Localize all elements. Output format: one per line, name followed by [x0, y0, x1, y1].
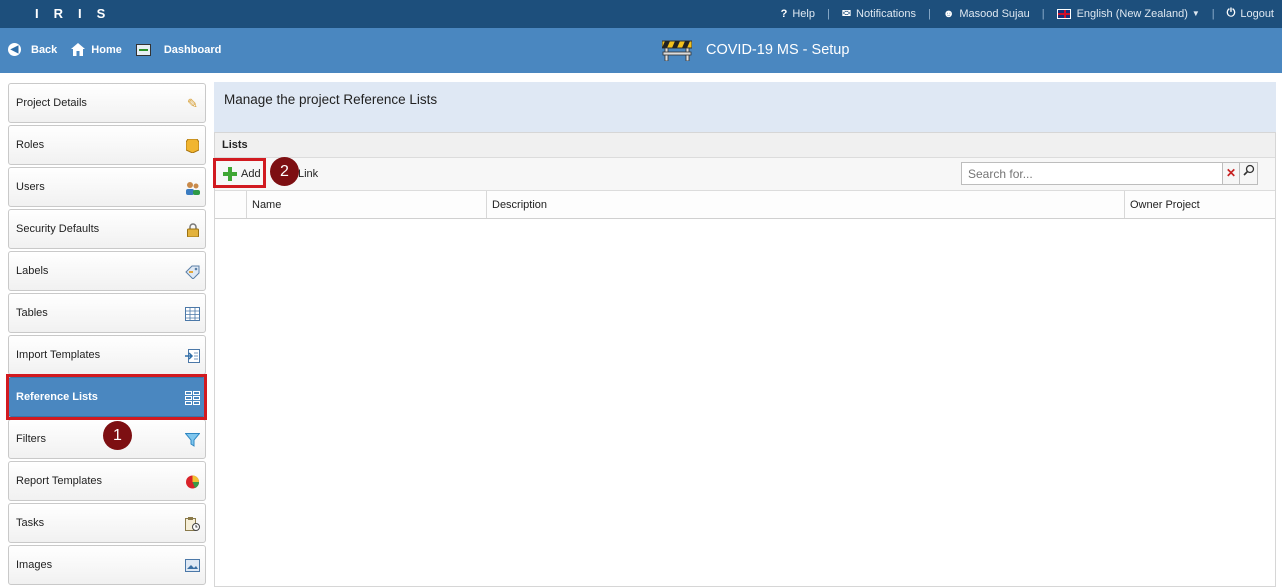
help-label: Help — [792, 7, 815, 20]
add-button[interactable]: Add — [223, 167, 261, 181]
sidebar-item-tables[interactable]: Tables — [8, 293, 206, 333]
home-icon — [71, 43, 86, 56]
logout-link[interactable]: ⏻ Logout — [1227, 7, 1274, 20]
column-header-name[interactable]: Name — [247, 191, 487, 218]
top-bar: IRIS ? Help | ✉ Notifications | ☻ Masood… — [0, 0, 1282, 28]
divider: | — [927, 7, 931, 20]
notifications-link[interactable]: ✉ Notifications — [841, 7, 916, 21]
page-title-area: COVID-19 MS - Setup — [662, 39, 849, 61]
content-header: Manage the project Reference Lists — [214, 82, 1276, 132]
nz-flag-icon — [1056, 8, 1071, 19]
table-icon — [185, 306, 200, 321]
labels-icon — [185, 264, 200, 279]
link-button[interactable]: Link — [298, 168, 318, 180]
page-heading: Manage the project Reference Lists — [224, 92, 438, 107]
navigation-bar: ◀ Back Home Dashboard COVID-19 MS - Setu… — [0, 28, 1282, 73]
dashboard-label: Dashboard — [163, 43, 222, 56]
sidebar-item-label: Filters — [16, 433, 46, 445]
add-label: Add — [241, 168, 261, 180]
help-link[interactable]: ? Help — [781, 8, 815, 20]
divider: | — [1211, 7, 1215, 20]
sidebar-item-label: Roles — [16, 139, 45, 151]
sidebar-item-report-templates[interactable]: Report Templates — [8, 461, 206, 501]
column-header-description[interactable]: Description — [487, 191, 1125, 218]
image-icon — [185, 558, 200, 573]
list-icon — [185, 390, 200, 405]
pencil-icon: ✎ — [187, 95, 198, 111]
clear-search-icon[interactable]: ✕ — [1223, 162, 1240, 185]
back-button[interactable]: ◀ Back — [8, 43, 57, 56]
sidebar-item-label: Tables — [16, 307, 48, 319]
column-header-owner-project[interactable]: Owner Project — [1125, 191, 1275, 218]
search-icon[interactable] — [1240, 162, 1258, 185]
sidebar-item-users[interactable]: Users — [8, 167, 206, 207]
sidebar-item-label: Tasks — [16, 517, 45, 529]
panel-title: Lists — [215, 133, 1275, 158]
filter-icon — [185, 432, 200, 447]
sidebar-item-roles[interactable]: Roles — [8, 125, 206, 165]
question-icon: ? — [780, 7, 788, 20]
nav-links: ◀ Back Home Dashboard — [8, 43, 235, 56]
import-icon — [185, 348, 200, 363]
sidebar-item-project-details[interactable]: Project Details ✎ — [8, 83, 206, 123]
home-button[interactable]: Home — [71, 43, 122, 56]
app-logo: IRIS — [35, 6, 121, 21]
back-label: Back — [31, 43, 58, 56]
grid-header: Name Description Owner Project — [215, 191, 1275, 219]
sidebar-item-label: Security Defaults — [16, 223, 100, 235]
chevron-down-icon: ▼ — [1191, 9, 1200, 18]
back-arrow-icon: ◀ — [8, 43, 21, 56]
sidebar-item-reference-lists[interactable]: Reference Lists — [8, 377, 206, 417]
divider: | — [826, 7, 830, 20]
sidebar-item-label: Reference Lists — [16, 391, 98, 403]
column-header-select[interactable] — [215, 191, 247, 218]
dashboard-icon — [135, 43, 151, 56]
search-input[interactable] — [961, 162, 1223, 185]
sidebar-item-security-defaults[interactable]: Security Defaults — [8, 209, 206, 249]
top-right-menu: ? Help | ✉ Notifications | ☻ Masood Suja… — [781, 7, 1274, 20]
sidebar-item-label: Project Details — [16, 97, 87, 109]
step-badge-1: 1 — [103, 421, 132, 450]
lists-panel: Lists Add Link ✕ Name Description Owner … — [214, 132, 1276, 587]
step-badge-2: 2 — [270, 157, 299, 186]
home-label: Home — [91, 43, 122, 56]
sidebar-item-label: Users — [16, 181, 45, 193]
report-icon — [185, 474, 200, 489]
sidebar-item-import-templates[interactable]: Import Templates — [8, 335, 206, 375]
user-menu[interactable]: ☻ Masood Sujau — [943, 8, 1030, 20]
logout-label: Logout — [1240, 7, 1274, 20]
construction-barrier-icon — [662, 40, 692, 61]
user-name: Masood Sujau — [959, 7, 1030, 20]
lock-icon — [185, 222, 200, 237]
dashboard-button[interactable]: Dashboard — [135, 43, 222, 56]
sidebar-item-label: Report Templates — [16, 475, 103, 487]
envelope-icon: ✉ — [841, 8, 852, 20]
sidebar-item-images[interactable]: Images — [8, 545, 206, 585]
search-box: ✕ — [961, 162, 1258, 185]
language-label: English (New Zealand) — [1076, 7, 1188, 20]
sidebar-item-label: Import Templates — [16, 349, 101, 361]
lists-toolbar: Add Link ✕ — [215, 158, 1275, 191]
tasks-icon — [185, 516, 200, 531]
language-selector[interactable]: English (New Zealand) ▼ — [1056, 7, 1200, 20]
users-icon — [185, 180, 200, 195]
sidebar-item-tasks[interactable]: Tasks — [8, 503, 206, 543]
page-title: COVID-19 MS - Setup — [706, 42, 850, 58]
divider: | — [1041, 7, 1045, 20]
sidebar-item-label: Images — [16, 559, 53, 571]
notifications-label: Notifications — [856, 7, 916, 20]
power-icon: ⏻ — [1226, 7, 1236, 19]
user-icon: ☻ — [942, 7, 955, 20]
sidebar-item-labels[interactable]: Labels — [8, 251, 206, 291]
sidebar-item-label: Labels — [16, 265, 49, 277]
plus-icon — [223, 167, 237, 181]
badge-icon — [185, 138, 200, 153]
